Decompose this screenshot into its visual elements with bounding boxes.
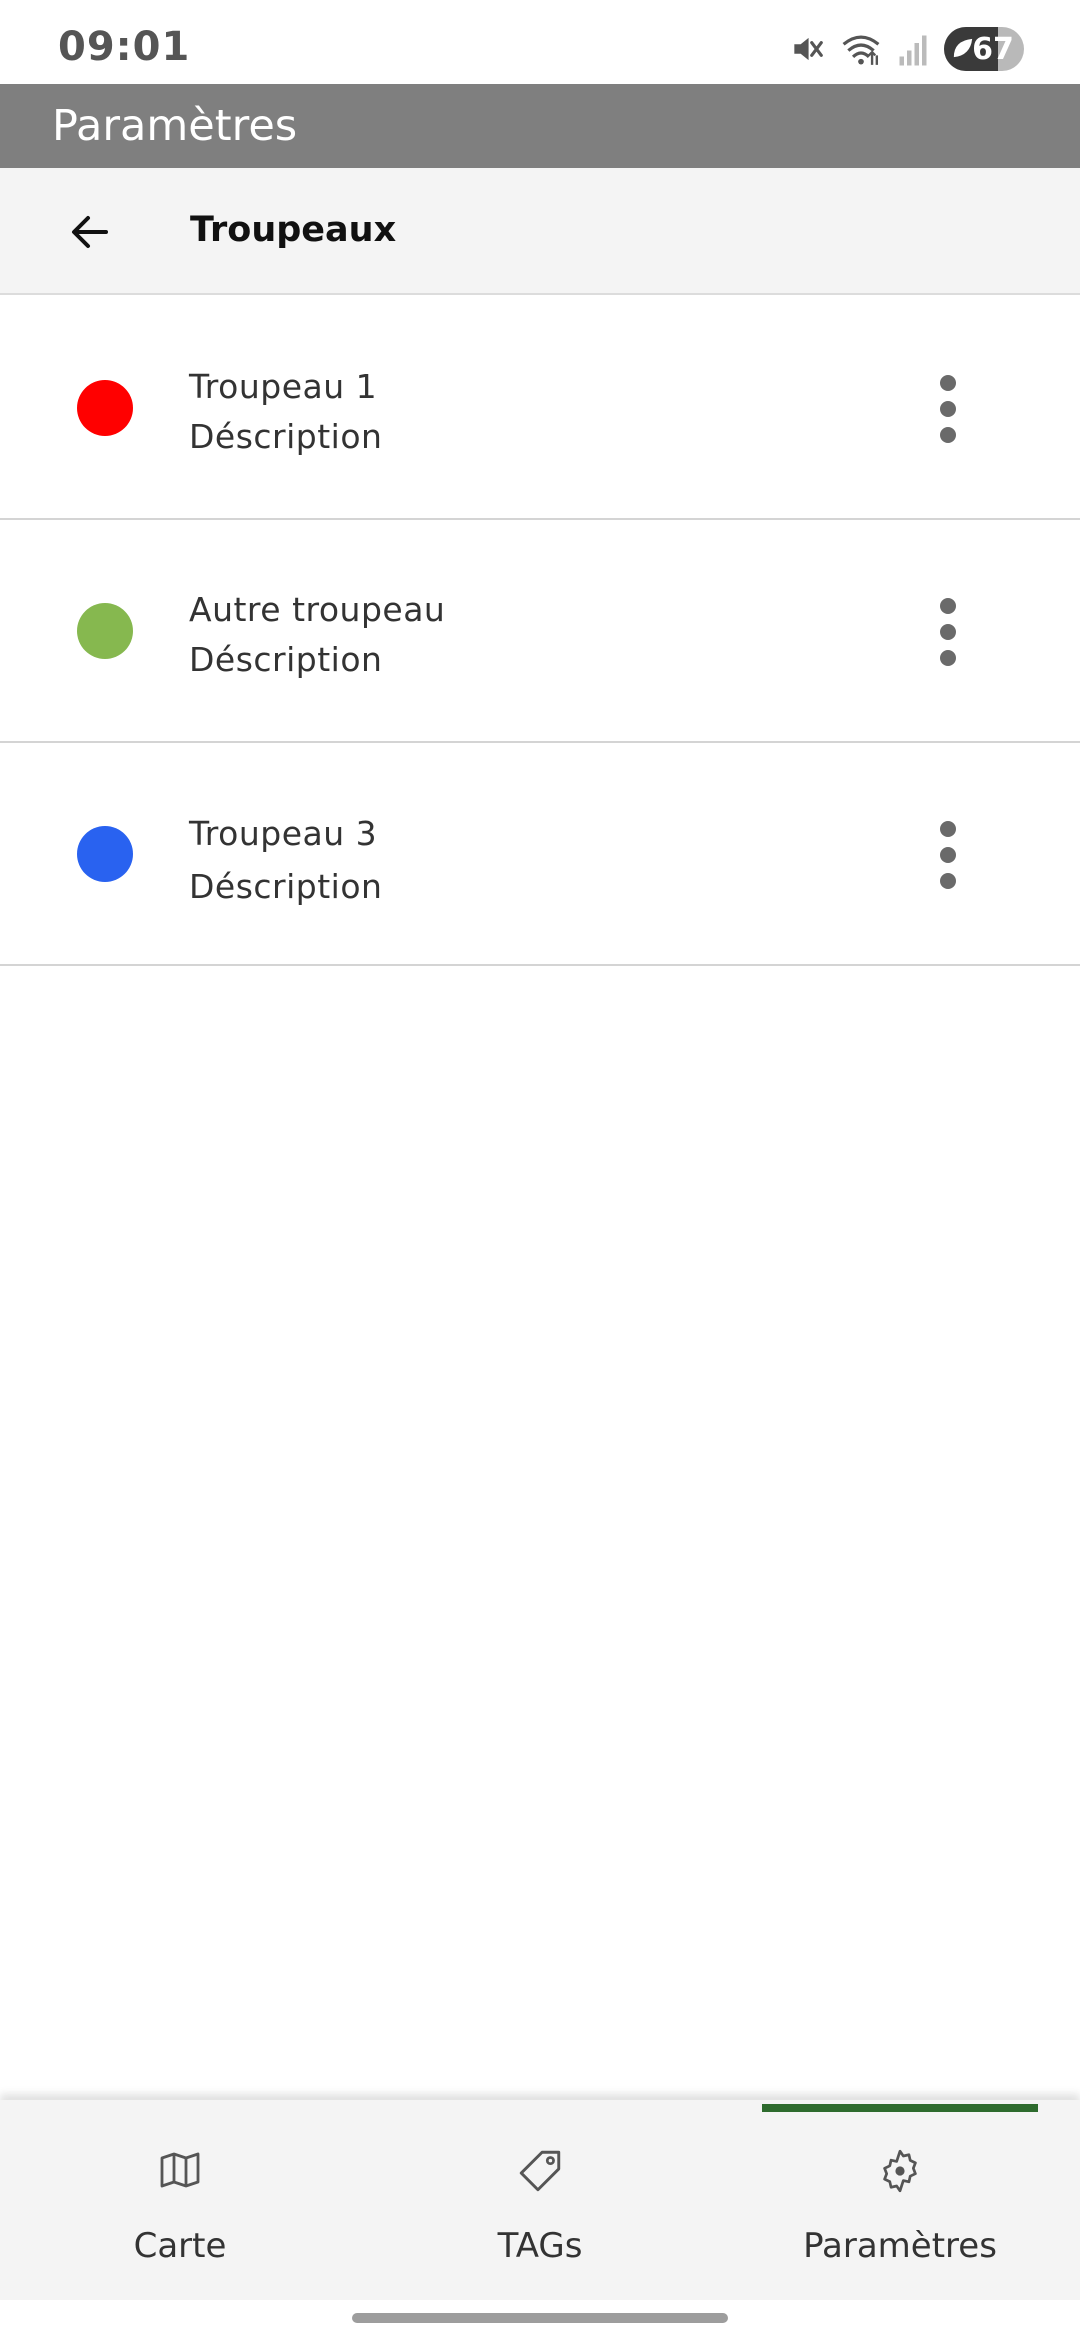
herd-name: Autre troupeau (189, 590, 446, 629)
nav-item-carte[interactable]: Carte (0, 2100, 360, 2300)
more-vert-icon (940, 821, 956, 837)
app-bar: Paramètres (0, 84, 1080, 168)
list-item[interactable]: Autre troupeau Déscription (0, 520, 1080, 743)
arrow-left-icon (72, 216, 108, 248)
nav-label: Carte (133, 2226, 227, 2266)
list-item[interactable]: Troupeau 3 Déscription (0, 743, 1080, 966)
list-item[interactable]: Troupeau 1 Déscription (0, 297, 1080, 520)
battery-level: 67 (972, 32, 1014, 67)
herd-name: Troupeau 3 (189, 814, 378, 853)
herd-description: Déscription (189, 867, 383, 906)
status-icons: 67 (788, 26, 1024, 72)
herd-description: Déscription (189, 417, 383, 456)
page-title: Troupeaux (190, 210, 397, 250)
gear-icon (883, 2149, 917, 2193)
herd-color-dot (77, 603, 133, 659)
herd-color-dot (77, 826, 133, 882)
more-vert-icon (940, 598, 956, 614)
nav-item-parametres[interactable]: Paramètres (720, 2100, 1080, 2300)
back-button[interactable] (50, 192, 130, 272)
status-time: 09:01 (58, 24, 191, 70)
herd-description: Déscription (189, 640, 383, 679)
herd-list: Troupeau 1 Déscription Autre troupeau Dé… (0, 297, 1080, 966)
nav-item-tags[interactable]: TAGs (360, 2100, 720, 2300)
wifi-icon (840, 30, 882, 68)
map-icon (160, 2152, 200, 2188)
signal-icon (896, 31, 930, 67)
nav-label: TAGs (497, 2226, 583, 2266)
sub-header: Troupeaux (0, 168, 1080, 295)
bottom-navigation: Carte TAGs Paramètres (0, 2100, 1080, 2300)
battery-icon: 67 (944, 27, 1024, 71)
mute-icon (788, 30, 826, 68)
herd-name: Troupeau 1 (189, 367, 378, 406)
herd-color-dot (77, 380, 133, 436)
gesture-handle[interactable] (352, 2313, 728, 2323)
status-bar: 09:01 67 (0, 0, 1080, 84)
tag-icon (519, 2150, 561, 2192)
app-title: Paramètres (52, 101, 298, 151)
more-options-button[interactable] (918, 367, 978, 451)
more-vert-icon (940, 375, 956, 391)
more-options-button[interactable] (918, 590, 978, 674)
more-options-button[interactable] (918, 813, 978, 897)
nav-label: Paramètres (803, 2226, 997, 2266)
